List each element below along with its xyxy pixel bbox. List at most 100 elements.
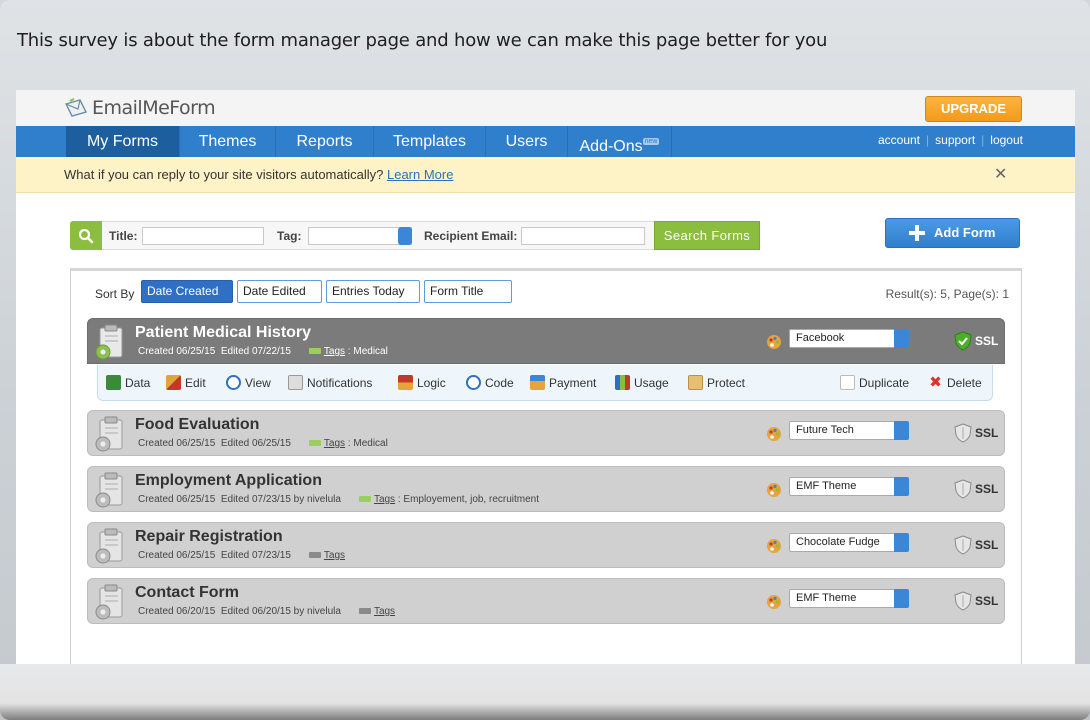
sort-date-created[interactable]: Date Created (141, 280, 233, 315)
nav-users[interactable]: Users (486, 126, 568, 157)
account-links: account | support | logout (877, 133, 1023, 147)
shield-icon (954, 591, 972, 611)
theme-select[interactable]: Future Tech (789, 421, 909, 440)
recipient-email-label: Recipient Email: (424, 229, 518, 243)
edited-date: Edited 06/20/15 by nivelula (220, 606, 341, 617)
ssl-badge[interactable]: SSL (954, 590, 998, 612)
edited-date: Edited 07/23/15 (220, 550, 291, 561)
duplicate-action[interactable]: Duplicate (840, 375, 909, 390)
tags-value: : Medical (345, 438, 388, 449)
learn-more-link[interactable]: Learn More (387, 167, 453, 182)
form-row[interactable]: Patient Medical History Created 06/25/15… (87, 318, 1005, 364)
nav-my-forms[interactable]: My Forms (66, 126, 180, 157)
palette-icon (766, 538, 782, 554)
usage-action[interactable]: Usage (615, 375, 669, 390)
theme-value: Future Tech (796, 424, 854, 436)
logic-action[interactable]: Logic (398, 375, 446, 390)
form-title[interactable]: Food Evaluation (135, 416, 259, 434)
form-clipboard-icon (90, 470, 130, 510)
form-row[interactable]: Employment Application Created 06/25/15 … (87, 466, 1005, 512)
logo[interactable]: EmailMeForm (64, 97, 216, 119)
search-icon[interactable] (70, 221, 102, 250)
chevron-down-icon (894, 533, 909, 552)
form-title[interactable]: Employment Application (135, 472, 322, 490)
form-title[interactable]: Repair Registration (135, 528, 283, 546)
payment-action[interactable]: Payment (530, 375, 596, 390)
notice-text: What if you can reply to your site visit… (64, 167, 453, 182)
tags-link[interactable]: Tags (324, 550, 345, 561)
palette-icon (766, 594, 782, 610)
shield-icon (954, 423, 972, 443)
tag-select[interactable] (308, 227, 412, 245)
recipient-email-input[interactable] (521, 227, 645, 245)
tags-link[interactable]: Tags (374, 606, 395, 617)
tags-link[interactable]: Tags (374, 494, 395, 505)
nav-templates[interactable]: Templates (374, 126, 486, 157)
theme-select[interactable]: Chocolate Fudge (789, 533, 909, 552)
title-input[interactable] (142, 227, 264, 245)
tag-icon (308, 347, 321, 354)
form-actions-bar: Data Edit View Notifications Logic Code … (97, 365, 993, 401)
duplicate-icon (840, 375, 855, 390)
ssl-badge[interactable]: SSL (954, 422, 998, 444)
form-row[interactable]: Repair Registration Created 06/25/15 Edi… (87, 522, 1005, 568)
ssl-badge[interactable]: SSL (954, 330, 998, 352)
delete-action[interactable]: ✖ Delete (928, 375, 981, 390)
nav-themes[interactable]: Themes (180, 126, 276, 157)
protect-action[interactable]: Protect (688, 375, 745, 390)
edit-action[interactable]: Edit (166, 375, 206, 390)
title-label: Title: (109, 229, 138, 243)
ssl-badge[interactable]: SSL (954, 534, 998, 556)
logic-icon (398, 375, 413, 390)
notifications-action[interactable]: Notifications (288, 375, 372, 390)
theme-select[interactable]: Facebook (789, 329, 909, 348)
app-header: EmailMeForm UPGRADE (16, 90, 1075, 126)
form-title[interactable]: Patient Medical History (135, 324, 311, 342)
envelope-logo-icon (64, 98, 90, 118)
chevron-down-icon (398, 227, 412, 245)
form-manager-screenshot: EmailMeForm UPGRADE My Forms Themes Repo… (16, 90, 1075, 664)
add-form-label: Add Form (934, 225, 996, 240)
payment-label: Payment (549, 375, 597, 390)
data-action[interactable]: Data (106, 375, 150, 390)
form-clipboard-icon (90, 526, 130, 566)
nav-reports[interactable]: Reports (276, 126, 374, 157)
tags-link[interactable]: Tags (324, 438, 345, 449)
view-action[interactable]: View (226, 375, 271, 390)
chevron-down-icon (894, 589, 909, 608)
sort-date-edited[interactable]: Date Edited (237, 280, 322, 303)
upgrade-button[interactable]: UPGRADE (925, 96, 1022, 122)
form-meta: Created 06/25/15 Edited 07/22/15 Tags : M… (138, 346, 388, 357)
results-count: Result(s): 5, Page(s): 1 (885, 287, 1009, 301)
data-label: Data (125, 375, 151, 390)
bottom-strip (0, 664, 1090, 720)
magnifier-icon (226, 375, 241, 390)
theme-select[interactable]: EMF Theme (789, 477, 909, 496)
form-row[interactable]: Food Evaluation Created 06/25/15 Edited … (87, 410, 1005, 456)
form-row[interactable]: Contact Form Created 06/20/15 Edited 06/… (87, 578, 1005, 624)
main-nav: My Forms Themes Reports Templates Users … (16, 126, 1075, 157)
code-action[interactable]: Code (466, 375, 514, 390)
logout-link[interactable]: logout (990, 133, 1023, 147)
form-meta: Created 06/25/15 Edited 07/23/15 by nive… (138, 494, 539, 505)
ssl-badge[interactable]: SSL (954, 478, 998, 500)
edited-date: Edited 07/23/15 by nivelula (220, 494, 341, 505)
account-link[interactable]: account (878, 133, 920, 147)
logo-text: EmailMeForm (92, 97, 216, 119)
edited-date: Edited 07/22/15 (220, 346, 291, 357)
new-badge: new (642, 138, 660, 145)
sort-form-title[interactable]: Form Title (424, 280, 512, 303)
sort-entries-today[interactable]: Entries Today (326, 280, 420, 303)
form-title[interactable]: Contact Form (135, 584, 239, 602)
support-link[interactable]: support (935, 133, 975, 147)
add-form-button[interactable]: Add Form (885, 218, 1020, 248)
nav-add-ons[interactable]: Add-Ons new (568, 126, 672, 157)
tag-label: Tag: (277, 229, 302, 243)
shield-icon (954, 535, 972, 555)
theme-select[interactable]: EMF Theme (789, 589, 909, 608)
close-icon[interactable]: ✕ (994, 164, 1007, 184)
notice-message: What if you can reply to your site visit… (64, 167, 384, 182)
tags-link[interactable]: Tags (324, 346, 345, 357)
search-forms-button[interactable]: Search Forms (654, 221, 760, 250)
notifications-label: Notifications (307, 375, 373, 390)
